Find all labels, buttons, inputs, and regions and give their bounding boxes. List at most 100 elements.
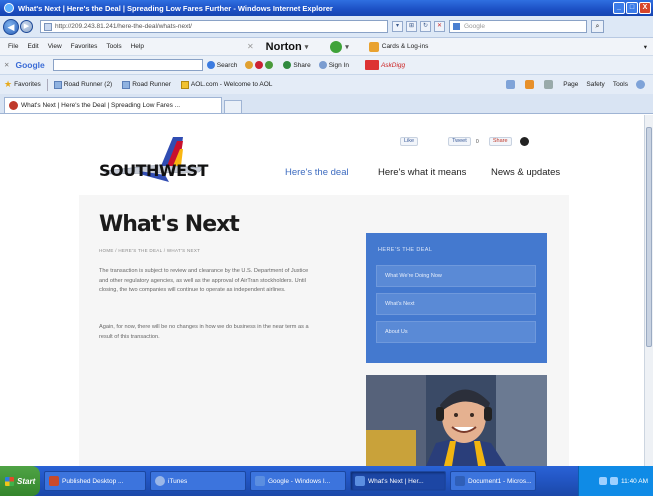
norton-status-icon[interactable] xyxy=(330,40,343,53)
close-toolbar-icon[interactable]: ✕ xyxy=(247,42,254,51)
windows-logo-icon xyxy=(5,476,14,486)
menu-bar: File Edit View Favorites Tools Help ✕ No… xyxy=(0,38,653,55)
panel-link-whats-next[interactable]: What's Next xyxy=(376,293,536,315)
tweet-count: 0 xyxy=(475,138,479,145)
scrollbar-thumb[interactable] xyxy=(646,127,652,347)
toolbar-extras[interactable] xyxy=(245,61,275,69)
chevron-down-icon[interactable]: ▾ xyxy=(345,43,349,51)
chevron-down-icon[interactable]: ▾ xyxy=(305,43,309,51)
cards-icon xyxy=(368,41,379,52)
nav-heres-what-it-means[interactable]: Here's what it means xyxy=(378,167,466,178)
panel-link-about-us[interactable]: About Us xyxy=(376,321,536,343)
window-title: What's Next | Here's the Deal | Spreadin… xyxy=(18,3,333,13)
stop-icon[interactable]: ✕ xyxy=(434,21,445,32)
task-label: Google - Windows I... xyxy=(268,477,331,485)
panel-link-what-were-doing-now[interactable]: What We're Doing Now xyxy=(376,265,536,287)
volume-icon[interactable] xyxy=(610,477,619,485)
cards-logins[interactable]: Cards & Log-ins xyxy=(368,41,428,52)
search-icon xyxy=(206,61,215,69)
task-itunes[interactable]: iTunes xyxy=(150,471,246,491)
facebook-like-button[interactable]: Like xyxy=(400,137,419,146)
check-icon xyxy=(265,61,274,69)
mail-label[interactable]: AskDigg xyxy=(381,62,405,69)
back-button[interactable]: ◀ xyxy=(3,18,19,35)
task-document1[interactable]: Document1 - Micros... xyxy=(450,471,536,491)
word-icon xyxy=(455,476,465,486)
tab-whats-next[interactable]: What's Next | Here's the Deal | Spreadin… xyxy=(4,97,222,113)
print-icon[interactable] xyxy=(544,80,555,89)
close-toolbar-icon[interactable]: ✕ xyxy=(4,61,9,69)
network-icon[interactable] xyxy=(599,477,608,485)
compat-view-icon[interactable]: ⊞ xyxy=(406,21,417,32)
share-button[interactable]: Share xyxy=(488,137,512,146)
minimize-button[interactable]: _ xyxy=(613,2,625,14)
star-icon[interactable]: ★ xyxy=(4,79,12,90)
address-input[interactable]: http://209.243.81.241/here-the-deal/what… xyxy=(40,20,388,33)
menu-help[interactable]: Help xyxy=(131,43,144,50)
mail-icon[interactable] xyxy=(364,60,379,70)
system-tray: 11:40 AM xyxy=(578,466,653,496)
tools-menu[interactable]: Tools xyxy=(613,81,628,88)
share-icon xyxy=(283,61,292,69)
forward-button[interactable]: ▶ xyxy=(20,20,33,33)
home-icon[interactable] xyxy=(506,80,517,89)
favorite-label: Road Runner (2) xyxy=(63,81,113,88)
task-whats-next[interactable]: What's Next | Her... xyxy=(350,471,446,491)
task-published-desktop[interactable]: Published Desktop ... xyxy=(44,471,146,491)
address-bar-row: ◀ ▶ http://209.243.81.241/here-the-deal/… xyxy=(0,16,653,38)
safety-menu[interactable]: Safety xyxy=(586,81,604,88)
page-menu[interactable]: Page xyxy=(563,81,578,88)
google-search-input[interactable] xyxy=(52,59,203,71)
search-input[interactable]: Google xyxy=(449,20,587,33)
start-button[interactable]: Start xyxy=(0,466,40,496)
address-tools: ▾ ⊞ ↻ ✕ xyxy=(392,21,445,32)
email-icon[interactable] xyxy=(519,137,529,146)
favorite-link[interactable]: AOL.com - Welcome to AOL xyxy=(180,80,272,89)
article-paragraph: The transaction is subject to review and… xyxy=(99,268,309,293)
nav-heres-the-deal[interactable]: Here's the deal xyxy=(285,167,349,178)
dropdown-icon[interactable]: ▾ xyxy=(392,21,403,32)
menu-right-tools: ▾ xyxy=(644,43,647,51)
task-google[interactable]: Google - Windows I... xyxy=(250,471,346,491)
google-signin-button[interactable]: Sign In xyxy=(318,61,349,69)
tweet-button[interactable]: Tweet xyxy=(448,137,471,146)
google-share-button[interactable]: Share xyxy=(283,61,311,69)
close-button[interactable]: X xyxy=(639,2,651,14)
menu-file[interactable]: File xyxy=(8,43,18,50)
favorites-button[interactable]: Favorites xyxy=(14,81,41,88)
task-label: Document1 - Micros... xyxy=(468,477,532,485)
breadcrumb[interactable]: HOME / HERE'S THE DEAL / WHAT'S NEXT xyxy=(99,248,200,253)
tab-label: What's Next | Here's the Deal | Spreadin… xyxy=(21,102,181,109)
nav-news-updates[interactable]: News & updates xyxy=(491,167,560,178)
norton-label[interactable]: Norton xyxy=(266,41,302,53)
menu-view[interactable]: View xyxy=(48,43,62,50)
window-controls: _ □ X xyxy=(613,2,651,14)
menu-edit[interactable]: Edit xyxy=(27,43,38,50)
new-tab-button[interactable] xyxy=(224,100,242,113)
help-icon[interactable] xyxy=(636,80,647,89)
command-bar: Page Safety Tools xyxy=(506,80,647,89)
feeds-icon[interactable] xyxy=(525,80,536,89)
clock[interactable]: 11:40 AM xyxy=(621,478,648,485)
google-toolbar: ✕ Google Search Share Sign In AskDigg xyxy=(0,55,653,74)
aol-icon xyxy=(180,80,189,89)
search-icon[interactable]: ⌕ xyxy=(591,20,604,33)
menu-tools[interactable]: Tools xyxy=(106,43,121,50)
vertical-scrollbar[interactable] xyxy=(644,115,653,466)
google-search-label: Search xyxy=(216,61,238,69)
menu-favorites[interactable]: Favorites xyxy=(71,43,98,50)
favorite-link[interactable]: Road Runner xyxy=(122,80,171,89)
chevron-down-icon[interactable]: ▾ xyxy=(644,43,647,51)
google-search-button[interactable]: Search xyxy=(206,61,238,69)
popup-icon xyxy=(255,61,264,69)
refresh-icon[interactable]: ↻ xyxy=(420,21,431,32)
favorite-link[interactable]: Road Runner (2) xyxy=(53,80,113,89)
article-paragraph: Again, for now, there will be no changes… xyxy=(99,324,309,340)
maximize-button[interactable]: □ xyxy=(626,2,638,14)
tab-strip: What's Next | Here's the Deal | Spreadin… xyxy=(0,94,653,114)
address-url: http://209.243.81.241/here-the-deal/what… xyxy=(55,23,192,30)
southwest-wordmark[interactable]: SOUTHWEST xyxy=(99,161,208,180)
heres-the-deal-panel: HERE'S THE DEAL What We're Doing Now Wha… xyxy=(366,233,547,363)
page-viewport: SOUTHWEST Here's the deal Here's what it… xyxy=(0,115,644,466)
divider xyxy=(46,78,48,91)
